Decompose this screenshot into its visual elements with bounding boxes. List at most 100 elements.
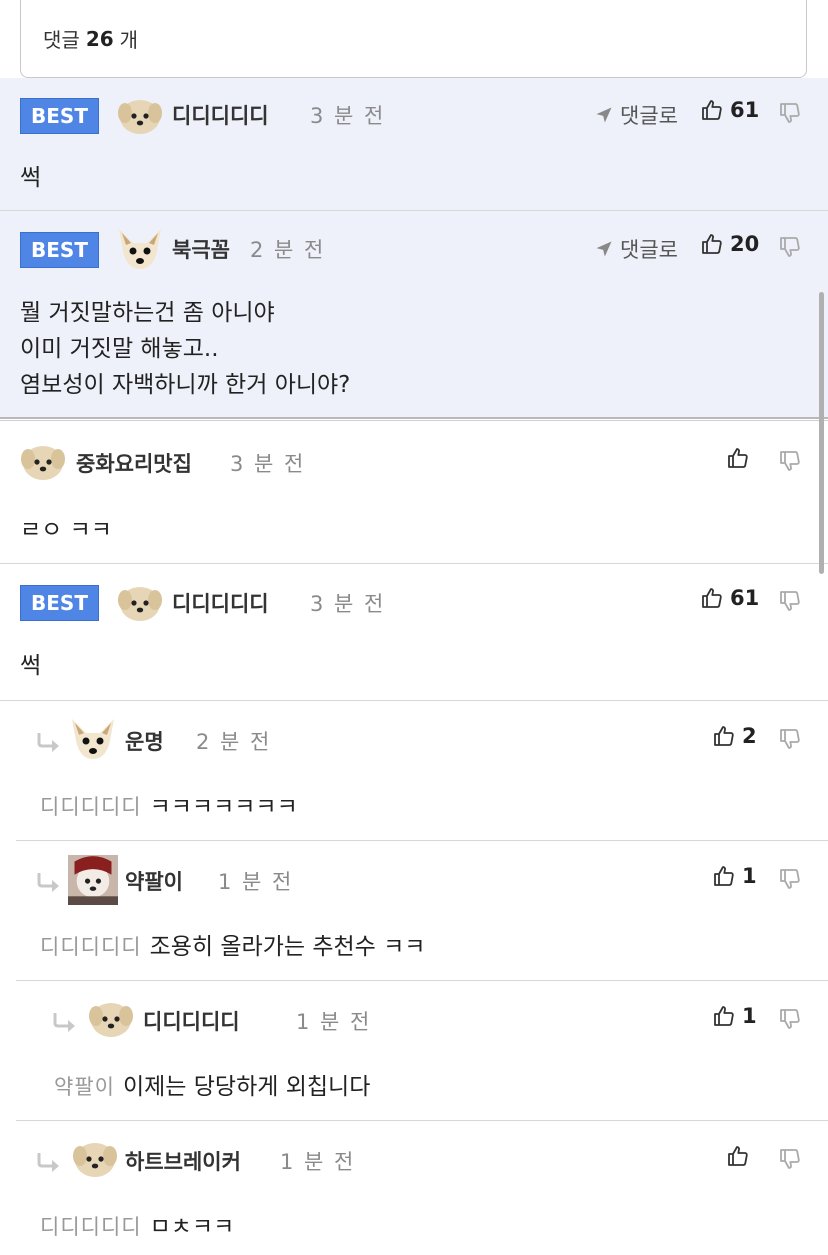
dog-avatar-icon [88, 996, 134, 1042]
comment-author[interactable]: 디디디디디 [172, 100, 269, 130]
comment-text: 썩 [20, 165, 42, 191]
comment-text: 뭘 거짓말하는건 좀 아니야 이미 거짓말 해놓고.. 염보성이 자백하니까 한… [20, 300, 351, 398]
comment-time: 1 분 전 [296, 1010, 372, 1034]
thumbs-down-icon[interactable] [778, 589, 802, 613]
like-button[interactable]: 61 [700, 98, 759, 122]
reply-item: 약팔이 1 분 전 1 디디디디디 조용히 올라가는 추천수 ㅋㅋ [0, 841, 828, 981]
like-button[interactable]: 61 [700, 586, 759, 610]
like-button[interactable]: 1 [712, 1004, 757, 1028]
comment-time: 3 분 전 [310, 104, 386, 128]
like-button[interactable] [726, 446, 750, 470]
reply-text: 이제는 당당하게 외칩니다 [122, 1074, 371, 1100]
best-badge: BEST [20, 232, 99, 268]
reply-to-comment-button[interactable]: 댓글로 [594, 234, 678, 264]
mention-user[interactable]: 디디디디디 [40, 935, 142, 959]
comment-page: 댓글 26 개 BEST 디디디디디 3 분 전 댓글로 61 썩 BEST 북… [0, 0, 828, 1255]
comment-time: 1 분 전 [280, 1150, 356, 1174]
like-count: 2 [742, 724, 757, 748]
best-section-divider [0, 417, 828, 421]
thumbs-down-icon[interactable] [778, 449, 802, 473]
comment-time: 1 분 전 [218, 870, 294, 894]
comment-count-suffix: 개 [119, 28, 139, 52]
comment-author[interactable]: 디디디디디 [143, 1006, 240, 1036]
comment-text: 디디디디디 ㅋㅋㅋㅋㅋㅋㅋ [40, 789, 298, 825]
like-button[interactable]: 1 [712, 864, 757, 888]
thumbs-up-icon [712, 1004, 736, 1028]
thumbs-up-icon [712, 864, 736, 888]
mention-user[interactable]: 디디디디디 [40, 1215, 142, 1239]
thumbs-up-icon [700, 232, 724, 256]
like-count: 1 [742, 864, 757, 888]
best-badge: BEST [20, 585, 99, 621]
reply-text: ㅁㅊㅋㅋ [149, 1214, 235, 1240]
comment-item: BEST 디디디디디 3 분 전 61 썩 [0, 564, 828, 701]
reply-link-label: 댓글로 [620, 238, 678, 262]
comment-author[interactable]: 디디디디디 [172, 588, 269, 618]
dog-avatar-icon [20, 439, 66, 485]
thumbs-down-icon[interactable] [778, 235, 802, 259]
comment-author[interactable]: 운명 [125, 726, 164, 756]
comment-item: 중화요리맛집 3 분 전 ㄹㅇ ㅋㅋ [0, 424, 828, 564]
reply-arrow-icon [36, 1151, 62, 1173]
thumbs-down-icon[interactable] [778, 727, 802, 751]
avatar[interactable] [20, 439, 66, 485]
chihuahua-avatar-icon [70, 715, 116, 761]
thumbs-up-icon [726, 1144, 750, 1168]
avatar[interactable] [117, 93, 163, 139]
comment-item: BEST 북극꼼 2 분 전 댓글로 20 뭘 거짓말하는건 좀 아니야 이미 … [0, 211, 828, 417]
reply-item: 디디디디디 1 분 전 1 약팔이 이제는 당당하게 외칩니다 [0, 981, 828, 1121]
photo-avatar-icon [68, 855, 118, 905]
reply-arrow-icon [36, 731, 62, 753]
like-button[interactable]: 2 [712, 724, 757, 748]
chihuahua-avatar-icon [117, 225, 163, 271]
like-count: 1 [742, 1004, 757, 1028]
comment-text: 디디디디디 조용히 올라가는 추천수 ㅋㅋ [40, 929, 425, 965]
like-button[interactable]: 20 [700, 232, 759, 256]
reply-text: 조용히 올라가는 추천수 ㅋㅋ [149, 934, 426, 960]
thumbs-down-icon[interactable] [778, 101, 802, 125]
comment-author[interactable]: 중화요리맛집 [76, 448, 192, 478]
send-arrow-icon [594, 105, 614, 125]
like-count: 20 [730, 232, 760, 256]
comment-text: ㄹㅇ ㅋㅋ [20, 517, 112, 543]
thumbs-up-icon [726, 446, 750, 470]
dog-avatar-icon [117, 580, 163, 626]
comment-text: 약팔이 이제는 당당하게 외칩니다 [54, 1069, 370, 1105]
comment-count-prefix: 댓글 [43, 28, 80, 52]
avatar[interactable] [70, 715, 116, 761]
like-count: 61 [730, 98, 760, 122]
comment-author[interactable]: 북극꼼 [172, 234, 230, 264]
thumbs-down-icon[interactable] [778, 1007, 802, 1031]
dog-avatar-icon [117, 93, 163, 139]
thumbs-up-icon [700, 586, 724, 610]
mention-user[interactable]: 디디디디디 [40, 795, 142, 819]
comment-text: 썩 [20, 653, 42, 679]
thumbs-down-icon[interactable] [778, 1147, 802, 1171]
comment-text: 디디디디디 ㅁㅊㅋㅋ [40, 1209, 234, 1245]
best-badge: BEST [20, 98, 99, 134]
mention-user[interactable]: 약팔이 [54, 1075, 115, 1099]
reply-item: 하트브레이커 1 분 전 디디디디디 ㅁㅊㅋㅋ [0, 1121, 828, 1255]
reply-text: ㅋㅋㅋㅋㅋㅋㅋ [149, 794, 298, 820]
comment-item: BEST 디디디디디 3 분 전 댓글로 61 썩 [0, 78, 828, 211]
comment-author[interactable]: 하트브레이커 [125, 1146, 241, 1176]
send-arrow-icon [594, 239, 614, 259]
comment-author[interactable]: 약팔이 [125, 866, 183, 896]
thumbs-down-icon[interactable] [778, 867, 802, 891]
reply-to-comment-button[interactable]: 댓글로 [594, 100, 678, 130]
reply-arrow-icon [52, 1011, 78, 1033]
reply-arrow-icon [36, 871, 62, 893]
scrollbar[interactable] [819, 292, 824, 574]
comment-time: 3 분 전 [310, 592, 386, 616]
avatar[interactable] [117, 225, 163, 271]
comment-time: 2 분 전 [250, 238, 326, 262]
avatar[interactable] [117, 580, 163, 626]
like-count: 61 [730, 586, 760, 610]
like-button[interactable] [726, 1144, 750, 1168]
avatar[interactable] [88, 996, 134, 1042]
avatar[interactable] [68, 855, 118, 905]
thumbs-up-icon [712, 724, 736, 748]
dog-avatar-icon [72, 1136, 118, 1182]
avatar[interactable] [72, 1136, 118, 1182]
reply-item: 운명 2 분 전 2 디디디디디 ㅋㅋㅋㅋㅋㅋㅋ [0, 701, 828, 841]
